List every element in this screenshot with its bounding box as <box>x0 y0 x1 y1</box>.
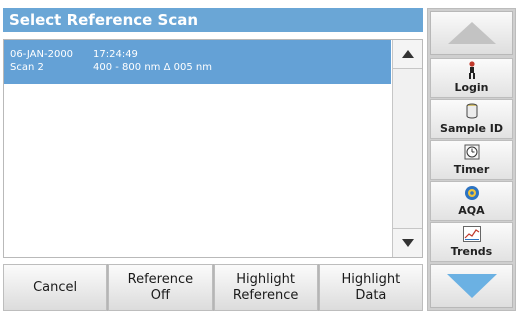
sidebar: Login Sample ID Timer AQA Trends <box>427 8 516 311</box>
triangle-down-icon <box>446 274 497 298</box>
login-label: Login <box>454 81 489 94</box>
scan-list: 06-JAN-2000 17:24:49 Scan 2 400 - 800 nm Δ… <box>3 39 423 258</box>
bottom-toolbar: Cancel Reference Off Highlight Reference… <box>3 264 423 311</box>
clock-icon <box>464 142 480 162</box>
scan-name: Scan 2 <box>10 62 44 73</box>
aqa-label: AQA <box>458 204 485 217</box>
triangle-up-icon <box>401 50 414 58</box>
page-down-button[interactable] <box>430 264 513 308</box>
highlight-data-button[interactable]: Highlight Data <box>318 264 423 311</box>
sphere-icon <box>464 183 480 203</box>
list-scrollbar[interactable] <box>392 40 422 257</box>
chart-icon <box>462 224 481 244</box>
scan-time: 17:24:49 <box>93 49 138 60</box>
scan-range: 400 - 800 nm Δ 005 nm <box>93 62 212 73</box>
page-title: Select Reference Scan <box>3 8 423 32</box>
scroll-up-button[interactable] <box>393 40 422 69</box>
cylinder-icon <box>466 101 478 121</box>
scroll-down-button[interactable] <box>393 228 422 257</box>
timer-button[interactable]: Timer <box>430 140 513 180</box>
trends-button[interactable]: Trends <box>430 222 513 262</box>
highlight-reference-label: Highlight Reference <box>232 271 299 303</box>
reference-off-label: Reference Off <box>127 271 194 303</box>
login-button[interactable]: Login <box>430 58 513 98</box>
triangle-down-icon <box>401 239 414 247</box>
cancel-button[interactable]: Cancel <box>3 264 108 311</box>
sample-id-label: Sample ID <box>440 122 503 135</box>
triangle-up-icon <box>447 22 496 44</box>
sample-id-button[interactable]: Sample ID <box>430 99 513 139</box>
trends-label: Trends <box>450 245 493 258</box>
list-item[interactable]: 06-JAN-2000 17:24:49 Scan 2 400 - 800 nm Δ… <box>4 40 391 84</box>
person-icon <box>467 60 477 80</box>
page-up-button[interactable] <box>430 11 513 55</box>
highlight-data-label: Highlight Data <box>341 271 401 303</box>
reference-off-button[interactable]: Reference Off <box>108 264 213 311</box>
scan-date: 06-JAN-2000 <box>10 49 74 60</box>
highlight-reference-button[interactable]: Highlight Reference <box>213 264 318 311</box>
timer-label: Timer <box>453 163 490 176</box>
aqa-button[interactable]: AQA <box>430 181 513 221</box>
